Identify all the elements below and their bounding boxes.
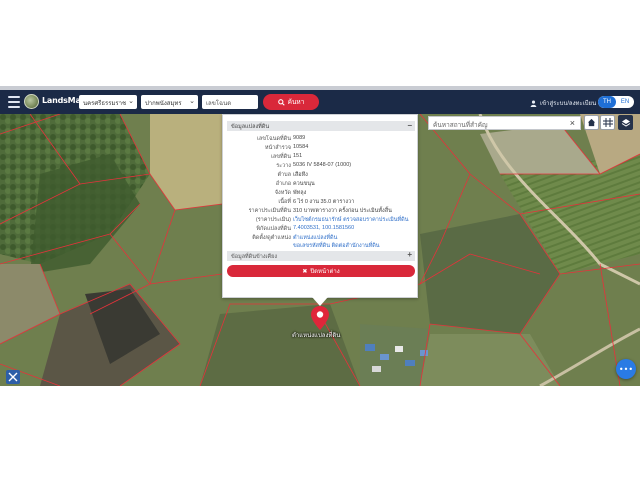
expand-icon[interactable]: + — [407, 250, 412, 259]
search-button[interactable]: ค้นหา — [263, 94, 319, 110]
province-select[interactable]: นครศรีธรรมราช ⌄ — [79, 95, 137, 109]
info-label: หน้าสำรวจ — [264, 145, 291, 151]
info-label: (ราคาประเมิน) — [255, 217, 291, 223]
grid-button[interactable] — [600, 115, 615, 130]
info-label: อำเภอ — [275, 181, 291, 187]
home-icon — [587, 118, 596, 127]
info-link[interactable]: ขอเลขรหัสที่ดิน ติดต่อสำนักงานที่ดิน — [293, 242, 380, 250]
province-select-value: นครศรีธรรมราช — [83, 101, 127, 107]
info-value: พัทลุง — [293, 190, 307, 196]
hamburger-menu-icon[interactable] — [8, 96, 20, 108]
info-row: เลขโฉนดที่ดิน 9089 — [227, 135, 415, 144]
info-row: จังหวัด พัทลุง — [227, 189, 415, 198]
info-link[interactable]: เว็บไซต์กรมธนารักษ์ ตรวจสอบราคาประเมินที… — [293, 216, 409, 224]
info-row: เนื้อที่ 6 ไร่ 0 งาน 35.0 ตารางวา — [227, 198, 415, 207]
chevron-down-icon: ⌄ — [189, 98, 195, 105]
info-label: เลขโฉนดที่ดิน — [257, 136, 291, 142]
info-value: 310 บาท/ตารางวา ครั้งก่อน ประเมินทั้งสิ้… — [293, 208, 392, 214]
landsmaps-app: LandsMaps นครศรีธรรมราช ⌄ ปากพนังสมุทร ⌄… — [0, 0, 640, 480]
info-value: ควนขนุน — [293, 181, 315, 187]
lang-th-option[interactable]: TH — [598, 96, 616, 108]
chevron-down-icon: ⌄ — [128, 98, 134, 105]
neighbor-parcels-title: ข้อมูลที่ดินข้างเคียง — [231, 254, 278, 260]
landsmaps-logo — [24, 94, 39, 109]
info-value: 5036 IV 5848-07 (1000) — [293, 162, 352, 168]
info-link[interactable]: ตำแหน่งแปลงที่ดิน — [293, 234, 337, 242]
parcel-info-section-header[interactable]: ข้อมูลแปลงที่ดิน − — [227, 121, 415, 131]
neighbor-parcels-section-header[interactable]: ข้อมูลที่ดินข้างเคียง + — [227, 250, 415, 261]
place-search-input[interactable]: ค้นหาสถานที่สำคัญ × — [428, 116, 581, 130]
layers-button[interactable] — [618, 115, 633, 130]
district-select[interactable]: ปากพนังสมุทร ⌄ — [141, 95, 198, 109]
info-row: เลขที่ดิน 151 — [227, 153, 415, 162]
info-value: 151 — [293, 153, 303, 159]
popup-pointer — [312, 297, 328, 306]
info-value: เสือหึง — [293, 172, 308, 178]
info-row: พิกัดแปลงที่ดิน 7.4003531, 100.1581560 — [227, 225, 415, 234]
clear-search-icon[interactable]: × — [570, 118, 575, 128]
tools-icon[interactable] — [6, 370, 20, 384]
info-row: (ราคาประเมิน) เว็บไซต์กรมธนารักษ์ ตรวจสอ… — [227, 216, 415, 225]
user-icon — [530, 100, 537, 107]
info-row: ระวาง 5036 IV 5848-07 (1000) — [227, 162, 415, 171]
parcel-number-input[interactable]: เลขโฉนด — [202, 95, 258, 109]
more-dots-icon: ••• — [618, 364, 634, 374]
login-register-label: เข้าสู่ระบบ/ลงทะเบียน — [540, 101, 597, 107]
login-register-link[interactable]: เข้าสู่ระบบ/ลงทะเบียน — [530, 98, 596, 108]
info-label: จังหวัด — [274, 190, 291, 196]
info-label: พิกัดแปลงที่ดิน — [256, 226, 291, 232]
info-row: อำเภอ ควนขนุน — [227, 180, 415, 189]
parcel-number-placeholder: เลขโฉนด — [206, 101, 232, 107]
district-select-value: ปากพนังสมุทร — [145, 101, 182, 107]
info-link[interactable]: 7.4003531, 100.1581560 — [293, 225, 354, 231]
top-navbar: LandsMaps นครศรีธรรมราช ⌄ ปากพนังสมุทร ⌄… — [0, 90, 640, 114]
info-label: ตำบล — [277, 172, 291, 178]
collapse-icon[interactable]: − — [407, 121, 412, 130]
info-row: หน้าสำรวจ 10584 — [227, 144, 415, 153]
lang-en-option[interactable]: EN — [616, 96, 634, 108]
home-button[interactable] — [584, 115, 599, 130]
search-icon — [277, 98, 285, 106]
more-options-button[interactable]: ••• — [616, 359, 636, 379]
grid-icon — [602, 118, 613, 127]
info-label: ติดตั้ง/ดูตำแหน่ง — [252, 235, 291, 241]
place-search-placeholder: ค้นหาสถานที่สำคัญ — [433, 122, 488, 129]
language-toggle[interactable]: TH EN — [598, 96, 634, 108]
info-value: 6 ไร่ 0 งาน 35.0 ตารางวา — [293, 199, 355, 205]
info-label: ระวาง — [276, 163, 291, 169]
info-label: ราคาประเมินที่ดิน — [248, 208, 291, 214]
info-row: ตำบล เสือหึง — [227, 171, 415, 180]
info-row: ขอเลขรหัสที่ดิน ติดต่อสำนักงานที่ดิน — [227, 242, 415, 251]
layers-icon — [621, 118, 630, 127]
marker-label: ตำแหน่งแปลงที่ดิน — [292, 333, 341, 339]
parcel-info-section-title: ข้อมูลแปลงที่ดิน — [231, 124, 270, 130]
close-popup-label: ปิดหน้าต่าง — [310, 269, 340, 275]
info-label: เนื้อที่ — [278, 199, 291, 205]
info-row: ราคาประเมินที่ดิน 310 บาท/ตารางวา ครั้งก… — [227, 207, 415, 216]
info-value: 10584 — [293, 144, 309, 150]
info-label: เลขที่ดิน — [271, 154, 291, 160]
search-button-label: ค้นหา — [287, 99, 305, 106]
parcel-info-popup: ข้อมูลแปลงที่ดิน − เลขโฉนดที่ดิน 9089 หน… — [222, 114, 418, 298]
close-popup-button[interactable]: ✖ ปิดหน้าต่าง — [227, 265, 415, 277]
close-icon: ✖ — [302, 268, 308, 275]
info-value: 9089 — [293, 135, 306, 141]
location-pin-icon[interactable] — [311, 306, 329, 330]
